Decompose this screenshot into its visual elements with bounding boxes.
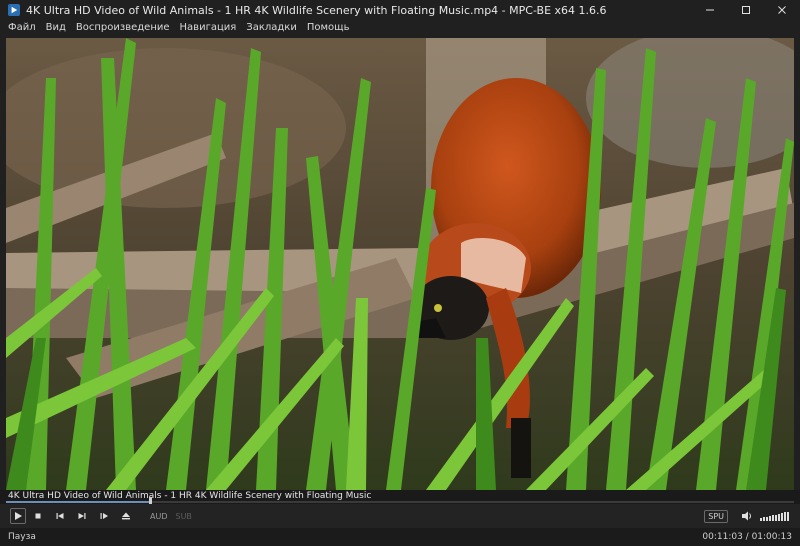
- volume-bar-segment: [784, 512, 786, 521]
- media-caption: 4K Ultra HD Video of Wild Animals - 1 HR…: [8, 491, 372, 501]
- frame-step-button[interactable]: [94, 507, 114, 525]
- time-readout: 00:11:03 / 01:00:13: [702, 532, 792, 542]
- volume-bar-segment: [787, 511, 789, 521]
- stop-icon: [35, 513, 41, 519]
- volume-bar-segment: [772, 515, 774, 521]
- volume-bar-segment: [769, 515, 771, 521]
- menu-view[interactable]: Вид: [41, 20, 71, 36]
- play-button[interactable]: [10, 508, 26, 524]
- volume-bar-segment: [775, 514, 777, 521]
- volume-bar-segment: [760, 518, 762, 521]
- close-button[interactable]: [764, 0, 800, 20]
- volume-bar-segment: [763, 517, 765, 521]
- seek-progress: [6, 501, 150, 503]
- menu-bar: Файл Вид Воспроизведение Навигация Закла…: [0, 20, 800, 36]
- close-icon: [778, 6, 786, 14]
- volume-bar-segment: [781, 513, 783, 521]
- skip-forward-icon: [78, 513, 86, 519]
- minimize-button[interactable]: [692, 0, 728, 20]
- volume-slider[interactable]: [760, 511, 790, 521]
- volume-bar-segment: [766, 516, 768, 521]
- minimize-icon: [706, 9, 714, 11]
- playback-state: Пауза: [8, 532, 36, 542]
- skip-back-icon: [56, 513, 64, 519]
- play-icon: [15, 512, 22, 520]
- maximize-icon: [742, 6, 750, 14]
- video-image: [6, 38, 794, 490]
- video-frame[interactable]: [6, 38, 794, 490]
- menu-bookmarks[interactable]: Закладки: [241, 20, 302, 36]
- title-bar: 4K Ultra HD Video of Wild Animals - 1 HR…: [0, 0, 800, 20]
- stop-button[interactable]: [28, 507, 48, 525]
- volume-bar-segment: [778, 513, 780, 521]
- audio-track-indicator[interactable]: AUD: [150, 512, 168, 521]
- player-window: 4K Ultra HD Video of Wild Animals - 1 HR…: [0, 0, 800, 546]
- frame-step-icon: [100, 513, 108, 519]
- eject-icon: [122, 512, 130, 520]
- mute-button[interactable]: [740, 509, 754, 523]
- menu-file[interactable]: Файл: [3, 20, 41, 36]
- next-button[interactable]: [72, 507, 92, 525]
- menu-playback[interactable]: Воспроизведение: [71, 20, 175, 36]
- window-title: 4K Ultra HD Video of Wild Animals - 1 HR…: [26, 3, 607, 17]
- menu-help[interactable]: Помощь: [302, 20, 355, 36]
- previous-button[interactable]: [50, 507, 70, 525]
- seek-row: 4K Ultra HD Video of Wild Animals - 1 HR…: [0, 490, 800, 507]
- speaker-icon: [742, 511, 751, 521]
- maximize-button[interactable]: [728, 0, 764, 20]
- seek-bar[interactable]: [6, 497, 794, 507]
- control-bar: AUD SUB SPU: [0, 504, 800, 528]
- app-logo-icon: [8, 4, 20, 16]
- subtitle-indicator[interactable]: SUB: [176, 512, 192, 521]
- status-bar: Пауза 00:11:03 / 01:00:13: [0, 528, 800, 546]
- eject-button[interactable]: [116, 507, 136, 525]
- spu-button[interactable]: SPU: [704, 509, 728, 523]
- menu-navigate[interactable]: Навигация: [175, 20, 242, 36]
